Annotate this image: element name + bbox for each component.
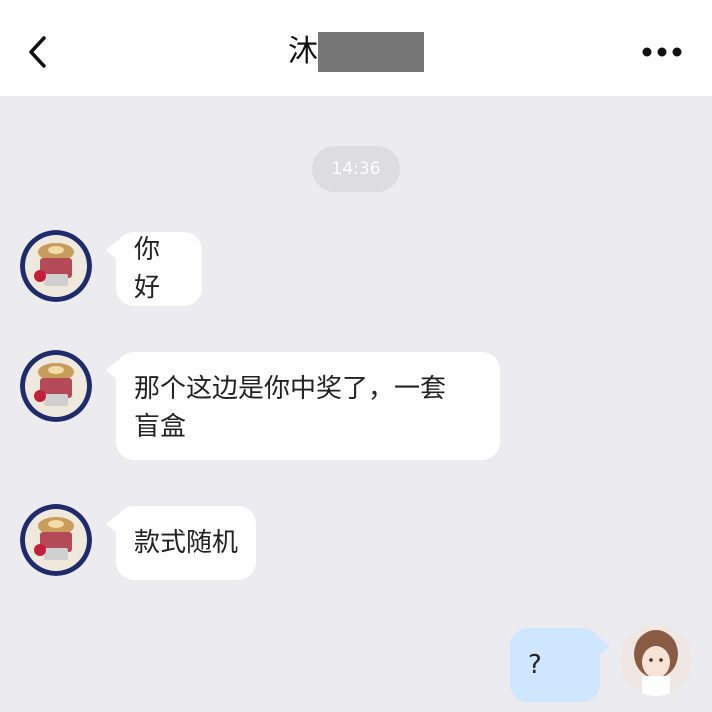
message-bubble-incoming[interactable]: 那个这边是你中奖了，一套 盲盒 <box>106 352 500 460</box>
contact-avatar-image <box>20 230 92 302</box>
message-text: 你好 <box>134 235 161 303</box>
user-avatar[interactable] <box>620 624 692 696</box>
message-bubble-incoming[interactable]: 你好 <box>106 232 202 306</box>
contact-avatar-image <box>20 350 92 422</box>
message-text: ? <box>528 650 542 680</box>
message-bubble-outgoing[interactable]: ? <box>510 628 610 702</box>
chat-title-text: 沐 <box>288 34 318 69</box>
timestamp-pill: 14:36 <box>312 146 400 192</box>
message-text: 款式随机 <box>134 528 239 558</box>
more-horizontal-icon <box>642 47 682 57</box>
chat-header: 沐 <box>0 0 712 96</box>
contact-avatar-image <box>20 504 92 576</box>
more-button[interactable] <box>638 34 686 70</box>
message-text-line: 那个这边是你中奖了，一套 <box>134 374 447 404</box>
contact-avatar[interactable] <box>20 350 92 422</box>
contact-avatar[interactable] <box>20 504 92 576</box>
chat-title: 沐 <box>0 28 712 76</box>
message-text-line: 盲盒 <box>134 412 187 442</box>
redacted-title-block <box>318 32 424 72</box>
message-bubble-incoming[interactable]: 款式随机 <box>106 506 256 580</box>
contact-avatar[interactable] <box>20 230 92 302</box>
user-avatar-image <box>620 624 692 696</box>
